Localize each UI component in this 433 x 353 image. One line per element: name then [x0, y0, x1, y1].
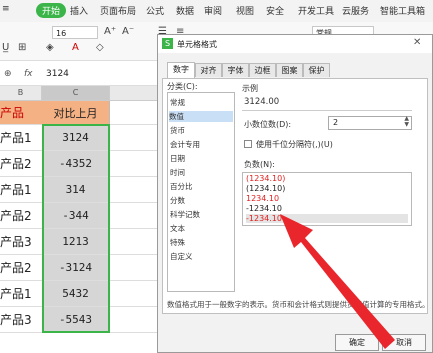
red-arrow-icon: [280, 214, 395, 349]
arrow-shape: [280, 214, 395, 349]
